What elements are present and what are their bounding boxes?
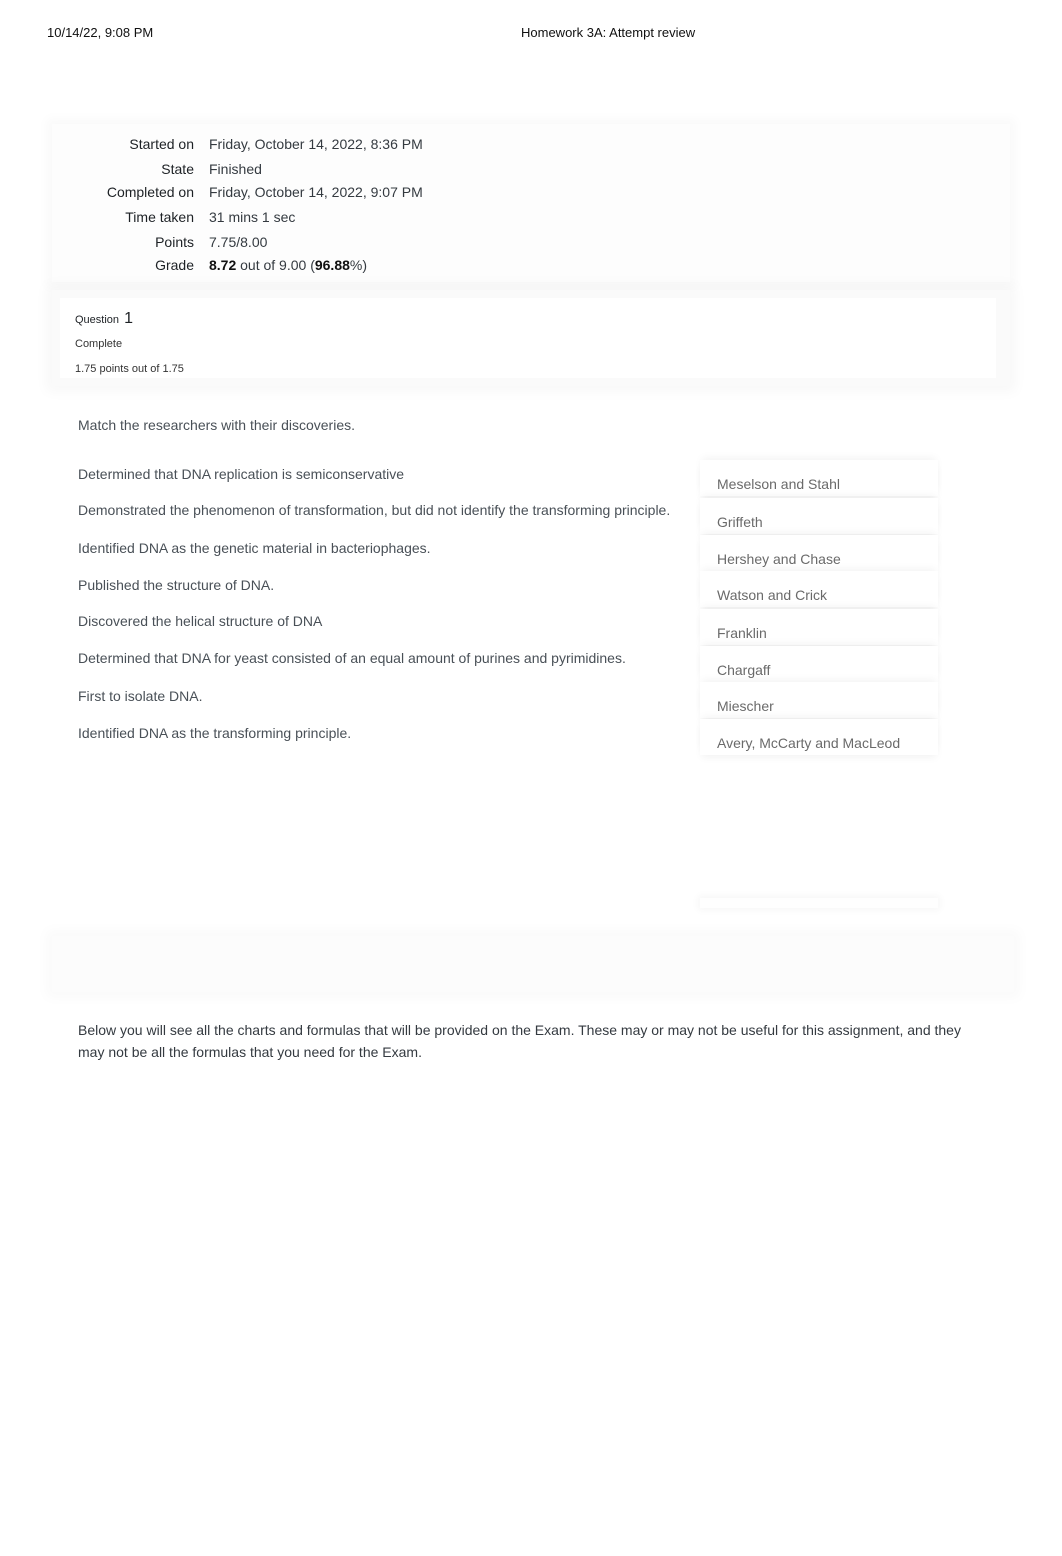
summary-row-completed-on: Completed on Friday, October 14, 2022, 9… <box>52 181 1010 203</box>
match-stem: Discovered the helical structure of DNA <box>78 613 323 629</box>
answer-select[interactable]: Avery, McCarty and MacLeod <box>700 719 938 755</box>
match-stem: Determined that DNA replication is semic… <box>78 466 405 482</box>
summary-row-grade: Grade 8.72 out of 9.00 (96.88%) <box>52 254 1010 276</box>
grade-suffix: %) <box>349 257 368 273</box>
summary-label: Started on <box>129 136 194 152</box>
grade-percent: 96.88 <box>314 257 350 273</box>
answer-selected-value: Griffeth <box>717 514 763 530</box>
info-panel <box>52 936 1014 992</box>
match-stem: Identified DNA as the genetic material i… <box>78 540 431 556</box>
exam-note: Below you will see all the charts and fo… <box>78 1022 961 1060</box>
answer-select[interactable]: Meselson and Stahl <box>700 460 938 496</box>
summary-value: Friday, October 14, 2022, 8:36 PM <box>209 136 423 152</box>
print-datetime: 10/14/22, 9:08 PM <box>47 25 154 40</box>
answer-selected-value: Watson and Crick <box>717 587 827 603</box>
print-title: Homework 3A: Attempt review <box>521 25 696 40</box>
summary-label: Grade <box>155 257 194 273</box>
answer-selected-value: Meselson and Stahl <box>717 476 840 492</box>
match-stem: Published the structure of DNA. <box>78 577 275 593</box>
match-stem: Determined that DNA for yeast consisted … <box>78 650 626 666</box>
answer-selected-value: Avery, McCarty and MacLeod <box>717 735 901 751</box>
answer-select[interactable]: Griffeth <box>700 498 938 534</box>
summary-label: Completed on <box>106 184 194 200</box>
answer-select[interactable]: Miescher <box>700 682 938 718</box>
answer-select[interactable]: Franklin <box>700 609 938 645</box>
answer-selected-value: Franklin <box>717 625 767 641</box>
match-stem: Identified DNA as the transforming princ… <box>78 725 352 741</box>
summary-value: Friday, October 14, 2022, 9:07 PM <box>209 184 423 200</box>
answer-selected-value: Hershey and Chase <box>717 551 841 567</box>
question-prompt: Match the researchers with their discove… <box>78 417 355 433</box>
question-number-value: 1 <box>124 310 133 327</box>
grade-score: 8.72 <box>209 257 237 273</box>
summary-label: Points <box>155 234 194 250</box>
answer-select[interactable]: Hershey and Chase <box>700 535 938 571</box>
answer-selected-value: Miescher <box>717 698 774 714</box>
summary-row-state: State Finished <box>52 158 1010 180</box>
summary-row-time-taken: Time taken 31 mins 1 sec <box>52 206 1010 228</box>
summary-label: Time taken <box>125 209 194 225</box>
question-number: Question 1 <box>75 310 133 328</box>
question-label: Question <box>75 314 120 326</box>
match-stem: First to isolate DNA. <box>78 688 203 704</box>
match-stem: Demonstrated the phenomenon of transform… <box>78 502 671 518</box>
summary-row-points: Points 7.75/8.00 <box>52 231 1010 253</box>
summary-value: Finished <box>209 161 262 177</box>
summary-label: State <box>161 161 194 177</box>
attempt-summary-table: Started on Friday, October 14, 2022, 8:3… <box>52 124 1010 282</box>
answer-select[interactable]: Watson and Crick <box>700 571 938 607</box>
grade-value: 8.72 out of 9.00 (96.88%) <box>209 257 367 273</box>
summary-value: 31 mins 1 sec <box>209 209 296 225</box>
summary-row-started-on: Started on Friday, October 14, 2022, 8:3… <box>52 133 1010 155</box>
answer-selected-value: Chargaff <box>717 662 771 678</box>
summary-value: 7.75/8.00 <box>209 234 268 250</box>
question-info-panel: Question 1 Complete 1.75 points out of 1… <box>52 290 1010 386</box>
print-header: 10/14/22, 9:08 PM Homework 3A: Attempt r… <box>0 24 1062 42</box>
question-grade: 1.75 points out of 1.75 <box>75 363 184 375</box>
answer-list-bottom-edge <box>700 898 938 908</box>
answer-list: Meselson and Stahl Griffeth Hershey and … <box>700 452 938 755</box>
answer-select[interactable]: Chargaff <box>700 646 938 682</box>
grade-out-of: out of 9.00 ( <box>236 257 315 273</box>
question-info-inner: Question 1 Complete 1.75 points out of 1… <box>60 298 996 378</box>
question-state: Complete <box>75 338 123 350</box>
